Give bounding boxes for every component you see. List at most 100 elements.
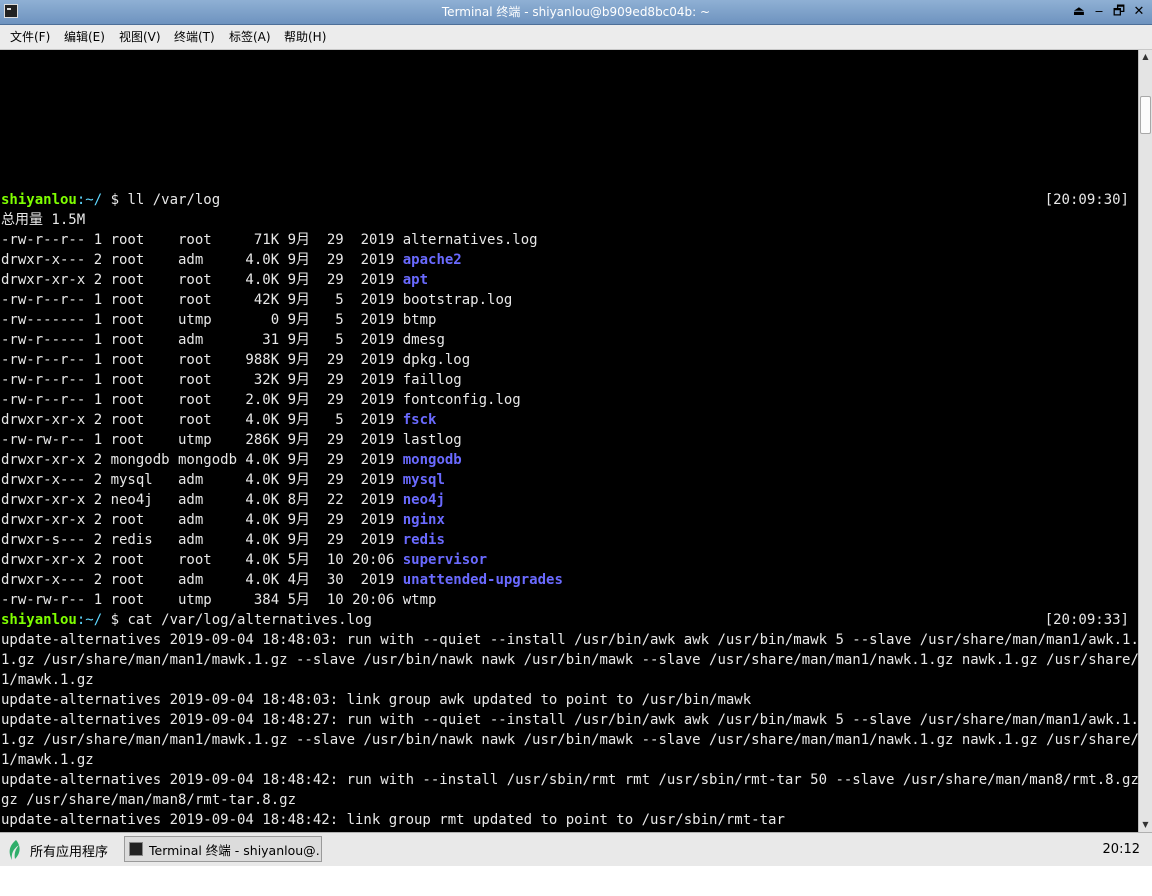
applications-menu-label: 所有应用程序 [30, 844, 109, 860]
minimize-icon[interactable]: ‒ [1090, 2, 1108, 22]
log-line: gz /usr/share/man/man8/rmt-tar.8.gz [1, 792, 297, 808]
ls-total: 总用量 1.5M [1, 212, 86, 228]
menu-file[interactable]: 文件(F) [10, 25, 50, 49]
menu-tabs[interactable]: 标签(A) [229, 25, 271, 49]
taskbar-terminal-label: Terminal 终端 - shiyanlou@… [149, 842, 322, 858]
ls-entry: -rw-r--r-- 1 root root 32K 9月 29 2019 fa… [1, 370, 1137, 390]
ls-entry: -rw-r--r-- 1 root root 42K 9月 5 2019 boo… [1, 290, 1137, 310]
prompt-symbol: $ [102, 612, 128, 628]
ls-file-name: alternatives.log [402, 232, 538, 248]
ls-entry-meta: -rw------- 1 root utmp 0 9月 5 2019 [1, 312, 403, 328]
ls-entry-meta: -rw-r--r-- 1 root root 988K 9月 29 2019 [1, 352, 403, 368]
ls-entry-meta: drwxr-s--- 2 redis adm 4.0K 9月 29 2019 [1, 532, 403, 548]
ls-entry-meta: -rw-rw-r-- 1 root utmp 286K 9月 29 2019 [1, 432, 403, 448]
ls-file-name: fontconfig.log [402, 392, 521, 408]
close-icon[interactable]: ✕ [1130, 2, 1148, 22]
prompt-line: shiyanlou:~/ $ ll /var/log [20:09:30] [1, 190, 1137, 210]
scroll-thumb[interactable] [1140, 96, 1151, 134]
ls-entry-meta: drwxr-x--- 2 root adm 4.0K 4月 30 2019 [1, 572, 403, 588]
prompt-symbol: $ [102, 192, 128, 208]
ls-dir-name: mongodb [402, 452, 462, 468]
ls-entry-meta: drwxr-x--- 2 root adm 4.0K 9月 29 2019 [1, 252, 403, 268]
ls-entry: drwxr-x--- 2 root adm 4.0K 4月 30 2019 un… [1, 570, 1137, 590]
ls-dir-name: unattended-upgrades [402, 572, 563, 588]
ls-entry: -rw-rw-r-- 1 root utmp 384 5月 10 20:06 w… [1, 590, 1137, 610]
command-text: cat /var/log/alternatives.log [127, 612, 372, 628]
log-line: update-alternatives 2019-09-04 18:48:27:… [1, 712, 1138, 728]
window-titlebar[interactable]: Terminal 终端 - shiyanlou@b909ed8bc04b: ~ … [0, 0, 1152, 25]
shade-icon[interactable]: ⏏ [1070, 2, 1088, 22]
ls-entry-meta: -rw-r--r-- 1 root root 32K 9月 29 2019 [1, 372, 403, 388]
ls-dir-name: apache2 [402, 252, 462, 268]
ls-dir-name: mysql [402, 472, 445, 488]
ls-entry: drwxr-xr-x 2 mongodb mongodb 4.0K 9月 29 … [1, 450, 1137, 470]
prompt-line: shiyanlou:~/ $ cat /var/log/alternatives… [1, 610, 1137, 630]
ls-entry: -rw-r--r-- 1 root root 988K 9月 29 2019 d… [1, 350, 1137, 370]
scroll-up-arrow-icon[interactable]: ▲ [1139, 50, 1152, 64]
ls-file-name: faillog [402, 372, 462, 388]
ls-entry-meta: drwxr-xr-x 2 root root 4.0K 9月 5 2019 [1, 412, 403, 428]
ls-entry-meta: drwxr-x--- 2 mysql adm 4.0K 9月 29 2019 [1, 472, 403, 488]
ls-entry: -rw-rw-r-- 1 root utmp 286K 9月 29 2019 l… [1, 430, 1137, 450]
window-title: Terminal 终端 - shiyanlou@b909ed8bc04b: ~ [441, 5, 711, 19]
leaf-icon [9, 840, 20, 860]
ls-entry-meta: -rw-r--r-- 1 root root 71K 9月 29 2019 [1, 232, 403, 248]
menu-edit[interactable]: 编辑(E) [64, 25, 105, 49]
ls-dir-name: neo4j [402, 492, 445, 508]
log-line: 1.gz /usr/share/man/man1/mawk.1.gz --sla… [1, 732, 1138, 748]
ls-file-name: dmesg [402, 332, 445, 348]
log-line: 1.gz /usr/share/man/man1/mawk.1.gz --sla… [1, 652, 1138, 668]
ls-file-name: wtmp [402, 592, 437, 608]
ls-entry-meta: drwxr-xr-x 2 root adm 4.0K 9月 29 2019 [1, 512, 403, 528]
ls-entry: drwxr-xr-x 2 neo4j adm 4.0K 8月 22 2019 n… [1, 490, 1137, 510]
log-line: update-alternatives 2019-09-04 18:48:03:… [1, 692, 752, 708]
ls-entry: drwxr-xr-x 2 root root 4.0K 9月 29 2019 a… [1, 270, 1137, 290]
ls-entry: -rw-r----- 1 root adm 31 9月 5 2019 dmesg [1, 330, 1137, 350]
scroll-down-arrow-icon[interactable]: ▼ [1139, 818, 1152, 832]
log-line: update-alternatives 2019-09-04 18:48:03:… [1, 632, 1138, 648]
ls-entry-meta: drwxr-xr-x 2 neo4j adm 4.0K 8月 22 2019 [1, 492, 403, 508]
ls-file-name: btmp [402, 312, 437, 328]
ls-entry: drwxr-xr-x 2 root adm 4.0K 9月 29 2019 ng… [1, 510, 1137, 530]
ls-entry-meta: -rw-r--r-- 1 root root 2.0K 9月 29 2019 [1, 392, 403, 408]
ls-file-name: dpkg.log [402, 352, 471, 368]
terminal-icon [129, 842, 143, 856]
prompt-user: shiyanlou [1, 192, 77, 208]
terminal-output[interactable]: shiyanlou:~/ $ ll /var/log [20:09:30] 总用量 … [0, 50, 1138, 832]
menu-bar: 文件(F) 编辑(E) 视图(V) 终端(T) 标签(A) 帮助(H) [0, 25, 1152, 50]
menu-help[interactable]: 帮助(H) [284, 25, 326, 49]
ls-entry: drwxr-xr-x 2 root root 4.0K 5月 10 20:06 … [1, 550, 1137, 570]
screen-bottom-strip [0, 866, 1152, 896]
window-controls: ⏏ ‒ 🗗 ✕ [1070, 2, 1148, 22]
menu-terminal[interactable]: 终端(T) [174, 25, 215, 49]
ls-entry: drwxr-x--- 2 root adm 4.0K 9月 29 2019 ap… [1, 250, 1137, 270]
applications-menu-button[interactable]: 所有应用程序 [6, 838, 108, 862]
prompt-path: :~/ [76, 192, 103, 208]
command-text: ll /var/log [127, 192, 221, 208]
prompt-user: shiyanlou [1, 612, 77, 628]
ls-file-name: bootstrap.log [402, 292, 513, 308]
ls-entry: -rw-r--r-- 1 root root 71K 9月 29 2019 al… [1, 230, 1137, 250]
maximize-icon[interactable]: 🗗 [1110, 2, 1128, 22]
ls-entry: drwxr-xr-x 2 root root 4.0K 9月 5 2019 fs… [1, 410, 1137, 430]
ls-file-name: lastlog [402, 432, 462, 448]
menu-view[interactable]: 视图(V) [119, 25, 161, 49]
ls-entry: -rw-r--r-- 1 root root 2.0K 9月 29 2019 f… [1, 390, 1137, 410]
terminal-lines: shiyanlou:~/ $ ll /var/log [20:09:30] 总用量 … [1, 190, 1138, 830]
command-timestamp: [20:09:30] [1044, 192, 1129, 208]
clock: 20:12 [1102, 842, 1140, 857]
ls-dir-name: redis [402, 532, 445, 548]
ls-entry-meta: -rw-r----- 1 root adm 31 9月 5 2019 [1, 332, 403, 348]
ls-dir-name: fsck [402, 412, 437, 428]
log-line: update-alternatives 2019-09-04 18:48:42:… [1, 812, 785, 828]
prompt-path: :~/ [76, 612, 103, 628]
ls-entry: -rw------- 1 root utmp 0 9月 5 2019 btmp [1, 310, 1137, 330]
command-timestamp: [20:09:33] [1044, 612, 1129, 628]
ls-entry-meta: drwxr-xr-x 2 root root 4.0K 9月 29 2019 [1, 272, 403, 288]
ls-entry-meta: drwxr-xr-x 2 root root 4.0K 5月 10 20:06 [1, 552, 403, 568]
taskbar-terminal-button[interactable]: Terminal 终端 - shiyanlou@… [124, 836, 322, 862]
log-line: update-alternatives 2019-09-04 18:48:42:… [1, 772, 1138, 788]
ls-dir-name: nginx [402, 512, 445, 528]
terminal-scrollbar[interactable]: ▲ ▼ [1138, 50, 1152, 832]
taskbar: 所有应用程序 Terminal 终端 - shiyanlou@… 20:12 [0, 832, 1152, 867]
